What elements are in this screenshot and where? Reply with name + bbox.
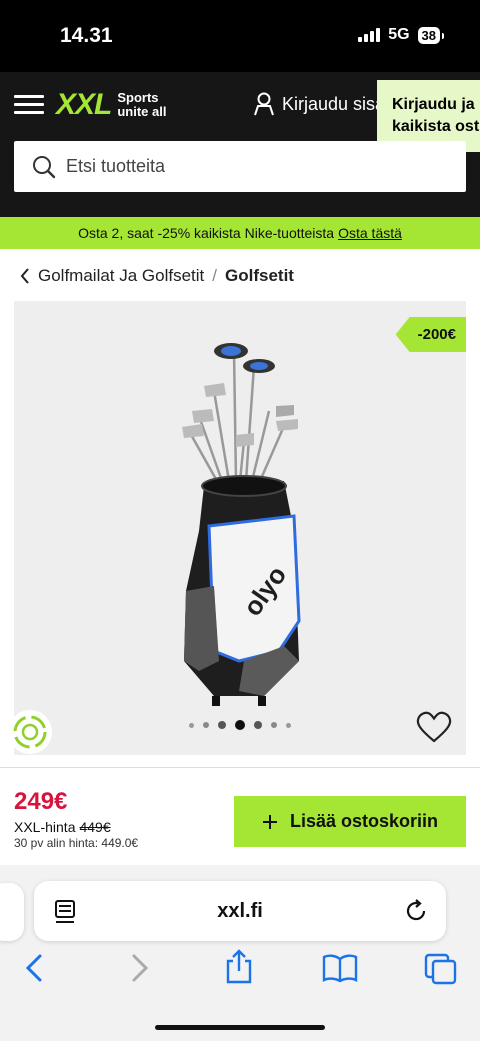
- address-bar[interactable]: xxl.fi: [34, 881, 446, 941]
- product-image[interactable]: olyo: [14, 331, 466, 731]
- bookmarks-button[interactable]: [322, 953, 358, 988]
- carousel-dot-active[interactable]: [235, 720, 245, 730]
- breadcrumb: Golfmailat Ja Golfsetit / Golfsetit: [20, 266, 294, 286]
- battery-icon: 38: [417, 26, 445, 44]
- add-to-cart-label: Lisää ostoskoriin: [289, 811, 439, 831]
- promo-link[interactable]: Osta tästä: [338, 225, 402, 241]
- eco-icon: [13, 715, 47, 749]
- carousel-dot[interactable]: [254, 721, 262, 729]
- plus-icon: [262, 814, 277, 829]
- promo-banner: Osta 2, saat -25% kaikista Nike-tuotteis…: [0, 217, 480, 249]
- carousel-dot[interactable]: [203, 722, 209, 728]
- chevron-left-icon[interactable]: [20, 268, 30, 284]
- purchase-bar: 249€ XXL-hinta 449€ 30 pv alin hinta: 449…: [0, 767, 480, 865]
- product-gallery[interactable]: -200€ olyo: [8, 301, 466, 755]
- reference-price: XXL-hinta 449€: [14, 819, 111, 835]
- browser-nav-row: [0, 949, 480, 993]
- breadcrumb-current: Golfsetit: [225, 266, 294, 285]
- browser-toolbar: xxl.fi: [0, 865, 480, 1041]
- reload-icon[interactable]: [404, 899, 428, 923]
- reference-price-label: XXL-hinta: [14, 819, 76, 835]
- logo-tagline: Sports unite all: [117, 90, 167, 119]
- status-bar: 14.31 5G 38: [0, 0, 480, 72]
- login-link[interactable]: Kirjaudu sisään: [254, 92, 392, 116]
- signal-icon: [358, 28, 381, 42]
- carousel-dot[interactable]: [271, 722, 277, 728]
- reference-price-value: 449€: [79, 819, 111, 835]
- login-label: Kirjaudu sisään: [282, 93, 392, 114]
- url-text: xxl.fi: [217, 899, 263, 922]
- carousel-dots[interactable]: [14, 720, 466, 730]
- breadcrumb-parent[interactable]: Golfmailat Ja Golfsetit: [38, 266, 204, 286]
- bookmarks-icon: [322, 954, 358, 983]
- status-indicators: 5G 38: [358, 26, 445, 44]
- search-icon: [33, 155, 56, 178]
- share-icon: [226, 949, 252, 984]
- home-indicator[interactable]: [155, 1025, 325, 1030]
- eco-badge[interactable]: [8, 710, 52, 754]
- popup-line-2: kaikista ost: [392, 118, 480, 135]
- sale-price: 249€: [14, 788, 68, 815]
- tabs-icon: [424, 953, 457, 985]
- network-label: 5G: [388, 26, 410, 43]
- menu-icon[interactable]: [14, 95, 44, 115]
- carousel-dot[interactable]: [218, 721, 226, 729]
- site-logo[interactable]: XXL Sports unite all: [56, 88, 166, 122]
- carousel-dot[interactable]: [286, 722, 291, 728]
- share-button[interactable]: [224, 949, 254, 990]
- tabs-button[interactable]: [424, 953, 458, 990]
- back-icon: [25, 954, 42, 982]
- popup-line-1: Kirjaudu ja: [392, 96, 475, 113]
- promo-text: Osta 2, saat -25% kaikista Nike-tuotteis…: [78, 225, 335, 241]
- carousel-dot[interactable]: [189, 722, 194, 728]
- search-input[interactable]: Etsi tuotteita: [14, 141, 466, 192]
- back-button[interactable]: [22, 953, 46, 988]
- forward-icon: [132, 954, 149, 982]
- breadcrumb-separator: /: [212, 266, 218, 285]
- previous-tab-peek[interactable]: [0, 883, 24, 941]
- search-placeholder: Etsi tuotteita: [66, 156, 166, 176]
- forward-button[interactable]: [128, 953, 152, 988]
- reader-icon[interactable]: [54, 899, 78, 925]
- heart-icon[interactable]: [416, 711, 452, 743]
- lowest-price-note: 30 pv alin hinta: 449.0€: [14, 836, 139, 850]
- add-to-cart-button[interactable]: Lisää ostoskoriin: [234, 796, 466, 847]
- logo-wordmark: XXL: [56, 88, 112, 121]
- user-icon: [254, 92, 274, 116]
- status-time: 14.31: [60, 24, 113, 47]
